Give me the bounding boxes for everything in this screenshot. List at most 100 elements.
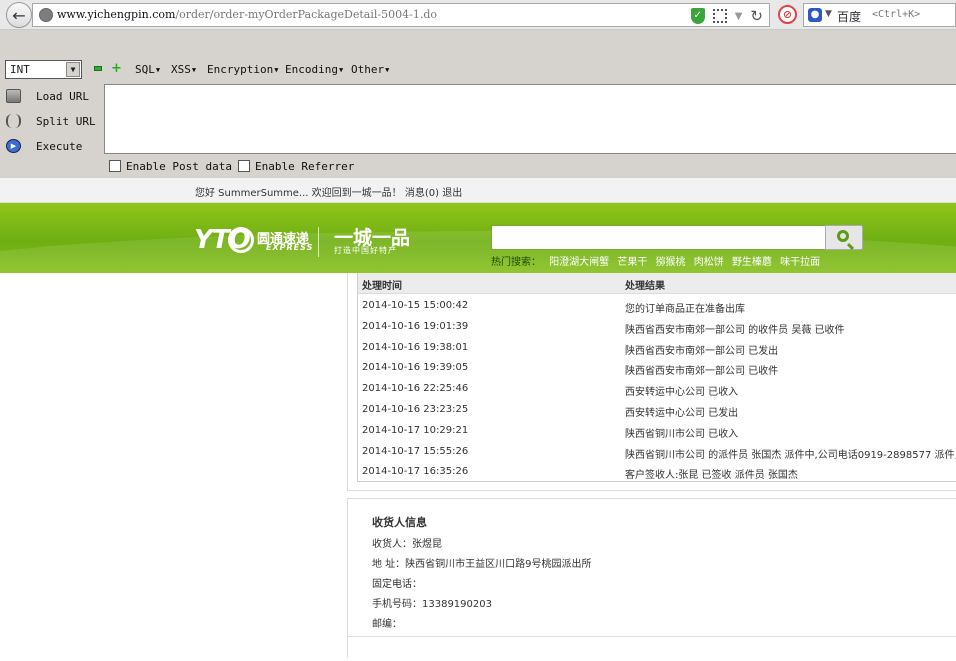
yto-express-label: EXPRESS (266, 243, 314, 252)
hot-search-item[interactable]: 味干拉面 (780, 257, 820, 268)
hot-search: 热门搜索： 阳澄湖大闸蟹 芒果干 猕猴桃 肉松饼 野生榛蘑 味干拉面 (491, 253, 820, 268)
row-time: 2014-10-16 19:38:01 (362, 342, 469, 353)
shield-icon[interactable]: ✓ (690, 8, 705, 24)
table-row: 2014-10-17 10:29:21 陕西省铜川市公司 已收入 (358, 420, 956, 440)
hackbar-panel: INT ▼ + SQL▼ XSS▼ Encryption▼ Encoding▼ … (0, 30, 956, 178)
table-row: 2014-10-16 23:23:25 西安转运中心公司 已发出 (358, 399, 956, 419)
browser-toolbar: ← www.yichengpin.com/order/order-myOrder… (0, 0, 956, 30)
row-time: 2014-10-16 22:25:46 (362, 383, 469, 394)
hot-search-item[interactable]: 肉松饼 (694, 257, 724, 268)
hot-search-item[interactable]: 阳澄湖大闸蟹 (549, 257, 609, 268)
receiver-address: 地 址：陕西省铜川市王益区川口路9号桃园派出所 (372, 559, 592, 570)
tracking-table-header: 处理时间 处理结果 (358, 273, 956, 294)
load-url-icon (6, 89, 21, 103)
row-time: 2014-10-15 15:00:42 (362, 300, 469, 311)
row-time: 2014-10-16 19:01:39 (362, 321, 469, 332)
messages-link[interactable]: 消息(0) (405, 188, 439, 199)
row-result: 陕西省铜川市公司 的派件员 张国杰 派件中,公司电话0919-2898577 派… (625, 450, 956, 461)
increment-icon[interactable]: + (111, 61, 122, 76)
split-url-button[interactable]: Split URL (0, 111, 100, 133)
hot-search-item[interactable]: 猕猴桃 (656, 257, 686, 268)
tracking-table: 处理时间 处理结果 2014-10-15 15:00:42 您的订单商品正在准备出… (357, 273, 956, 482)
row-result: 西安转运中心公司 已发出 (625, 408, 739, 419)
hot-search-label: 热门搜索： (491, 257, 541, 268)
row-time: 2014-10-16 23:23:25 (362, 404, 469, 415)
search-engine-name: 百度 (837, 10, 862, 24)
table-row: 2014-10-17 15:55:26 陕西省铜川市公司 的派件员 张国杰 派件中… (358, 441, 956, 461)
enable-post-checkbox[interactable]: Enable Post data (109, 160, 232, 173)
menu-other[interactable]: Other▼ (351, 63, 389, 76)
divider (348, 636, 956, 637)
site-topbar: 您好 SummerSumme... 欢迎回到一城一品！ 消息(0) 退出 (0, 178, 956, 203)
block-icon[interactable]: ⊘ (778, 5, 797, 24)
load-url-label: Load URL (36, 90, 89, 103)
search-icon (837, 230, 849, 242)
type-select[interactable]: INT ▼ (5, 60, 82, 79)
brand-tagline: 打造中国好特产 (334, 246, 397, 255)
url-textarea[interactable] (104, 84, 956, 154)
decrement-icon[interactable] (94, 66, 102, 71)
logo-divider (318, 227, 319, 257)
receiver-phone: 固定电话： (372, 579, 422, 590)
site-search-button[interactable] (825, 225, 863, 250)
receiver-title: 收货人信息 (372, 516, 427, 529)
execute-label: Execute (36, 140, 83, 153)
site-header: YTO 圆通速递 EXPRESS 一城一品 打造中国好特产 热门搜索： 阳澄湖大… (0, 203, 956, 273)
receiver-name: 收货人：张煜昆 (372, 539, 442, 550)
row-result: 陕西省西安市南郊一部公司 已收件 (625, 366, 779, 377)
url-text: www.yichengpin.com/order/order-myOrderPa… (57, 8, 437, 21)
baidu-paw-icon[interactable]: ● (808, 8, 822, 22)
reload-icon[interactable]: ↻ (750, 7, 763, 25)
chevron-down-icon[interactable]: ▼ (825, 9, 832, 19)
hot-search-item[interactable]: 野生榛蘑 (732, 257, 772, 268)
address-bar[interactable]: www.yichengpin.com/order/order-myOrderPa… (32, 3, 770, 27)
execute-button[interactable]: ▶ Execute (0, 136, 100, 158)
greeting-text: 您好 SummerSumme... 欢迎回到一城一品！ (195, 188, 402, 199)
column-header-result: 处理结果 (625, 281, 665, 292)
split-url-label: Split URL (36, 115, 96, 128)
receiver-mobile: 手机号码：13389190203 (372, 599, 492, 610)
column-header-time: 处理时间 (362, 281, 402, 292)
search-placeholder: <Ctrl+K> (872, 9, 921, 20)
scissors-icon (6, 114, 21, 128)
table-row: 2014-10-15 15:00:42 您的订单商品正在准备出库 (358, 295, 956, 315)
hot-search-item[interactable]: 芒果干 (617, 257, 647, 268)
row-time: 2014-10-17 10:29:21 (362, 425, 469, 436)
enable-referrer-checkbox[interactable]: Enable Referrer (238, 160, 354, 173)
load-url-button[interactable]: Load URL (0, 86, 100, 108)
table-row: 2014-10-16 19:38:01 陕西省西安市南郊一部公司 已发出 (358, 337, 956, 357)
play-icon: ▶ (6, 139, 21, 153)
type-select-value: INT (10, 63, 30, 76)
row-result: 陕西省铜川市公司 已收入 (625, 429, 739, 440)
chevron-down-icon[interactable]: ▼ (66, 62, 80, 77)
menu-encoding[interactable]: Encoding▼ (285, 63, 343, 76)
receiver-zip: 邮编： (372, 619, 402, 630)
chevron-down-icon[interactable]: ▼ (735, 11, 743, 22)
table-row: 2014-10-16 19:39:05 陕西省西安市南郊一部公司 已收件 (358, 357, 956, 377)
row-time: 2014-10-17 15:55:26 (362, 446, 469, 457)
greeting: 您好 SummerSumme... 欢迎回到一城一品！ 消息(0) 退出 (195, 184, 462, 199)
table-row: 2014-10-16 22:25:46 西安转运中心公司 已收入 (358, 378, 956, 398)
row-result: 客户签收人:张昆 已签收 派件员 张国杰 (625, 470, 798, 481)
table-row: 2014-10-17 16:35:26 客户签收人:张昆 已签收 派件员 张国杰 (358, 461, 956, 481)
receiver-panel: 收货人信息 收货人：张煜昆 地 址：陕西省铜川市王益区川口路9号桃园派出所 固定… (347, 498, 956, 658)
browser-search-box[interactable]: ● ▼ 百度 <Ctrl+K> (803, 3, 956, 27)
row-result: 您的订单商品正在准备出库 (625, 304, 745, 315)
menu-xss[interactable]: XSS▼ (171, 63, 196, 76)
menu-sql[interactable]: SQL▼ (135, 63, 160, 76)
row-result: 陕西省西安市南郊一部公司 已发出 (625, 346, 779, 357)
table-row: 2014-10-16 19:01:39 陕西省西安市南郊一部公司 的收件员 吴薇 … (358, 316, 956, 336)
row-time: 2014-10-17 16:35:26 (362, 466, 469, 477)
row-result: 西安转运中心公司 已收入 (625, 387, 739, 398)
site-search-input[interactable] (491, 225, 863, 250)
logout-link[interactable]: 退出 (442, 188, 462, 199)
main-content: 处理时间 处理结果 2014-10-15 15:00:42 您的订单商品正在准备出… (347, 273, 956, 661)
globe-icon (39, 8, 53, 22)
qr-code-icon[interactable] (712, 9, 727, 23)
back-arrow-icon[interactable]: ← (6, 2, 32, 28)
row-result: 陕西省西安市南郊一部公司 的收件员 吴薇 已收件 (625, 325, 845, 336)
menu-encryption[interactable]: Encryption▼ (207, 63, 278, 76)
yto-circle-icon (228, 227, 254, 253)
tracking-panel: 处理时间 处理结果 2014-10-15 15:00:42 您的订单商品正在准备出… (347, 273, 956, 491)
row-time: 2014-10-16 19:39:05 (362, 362, 469, 373)
